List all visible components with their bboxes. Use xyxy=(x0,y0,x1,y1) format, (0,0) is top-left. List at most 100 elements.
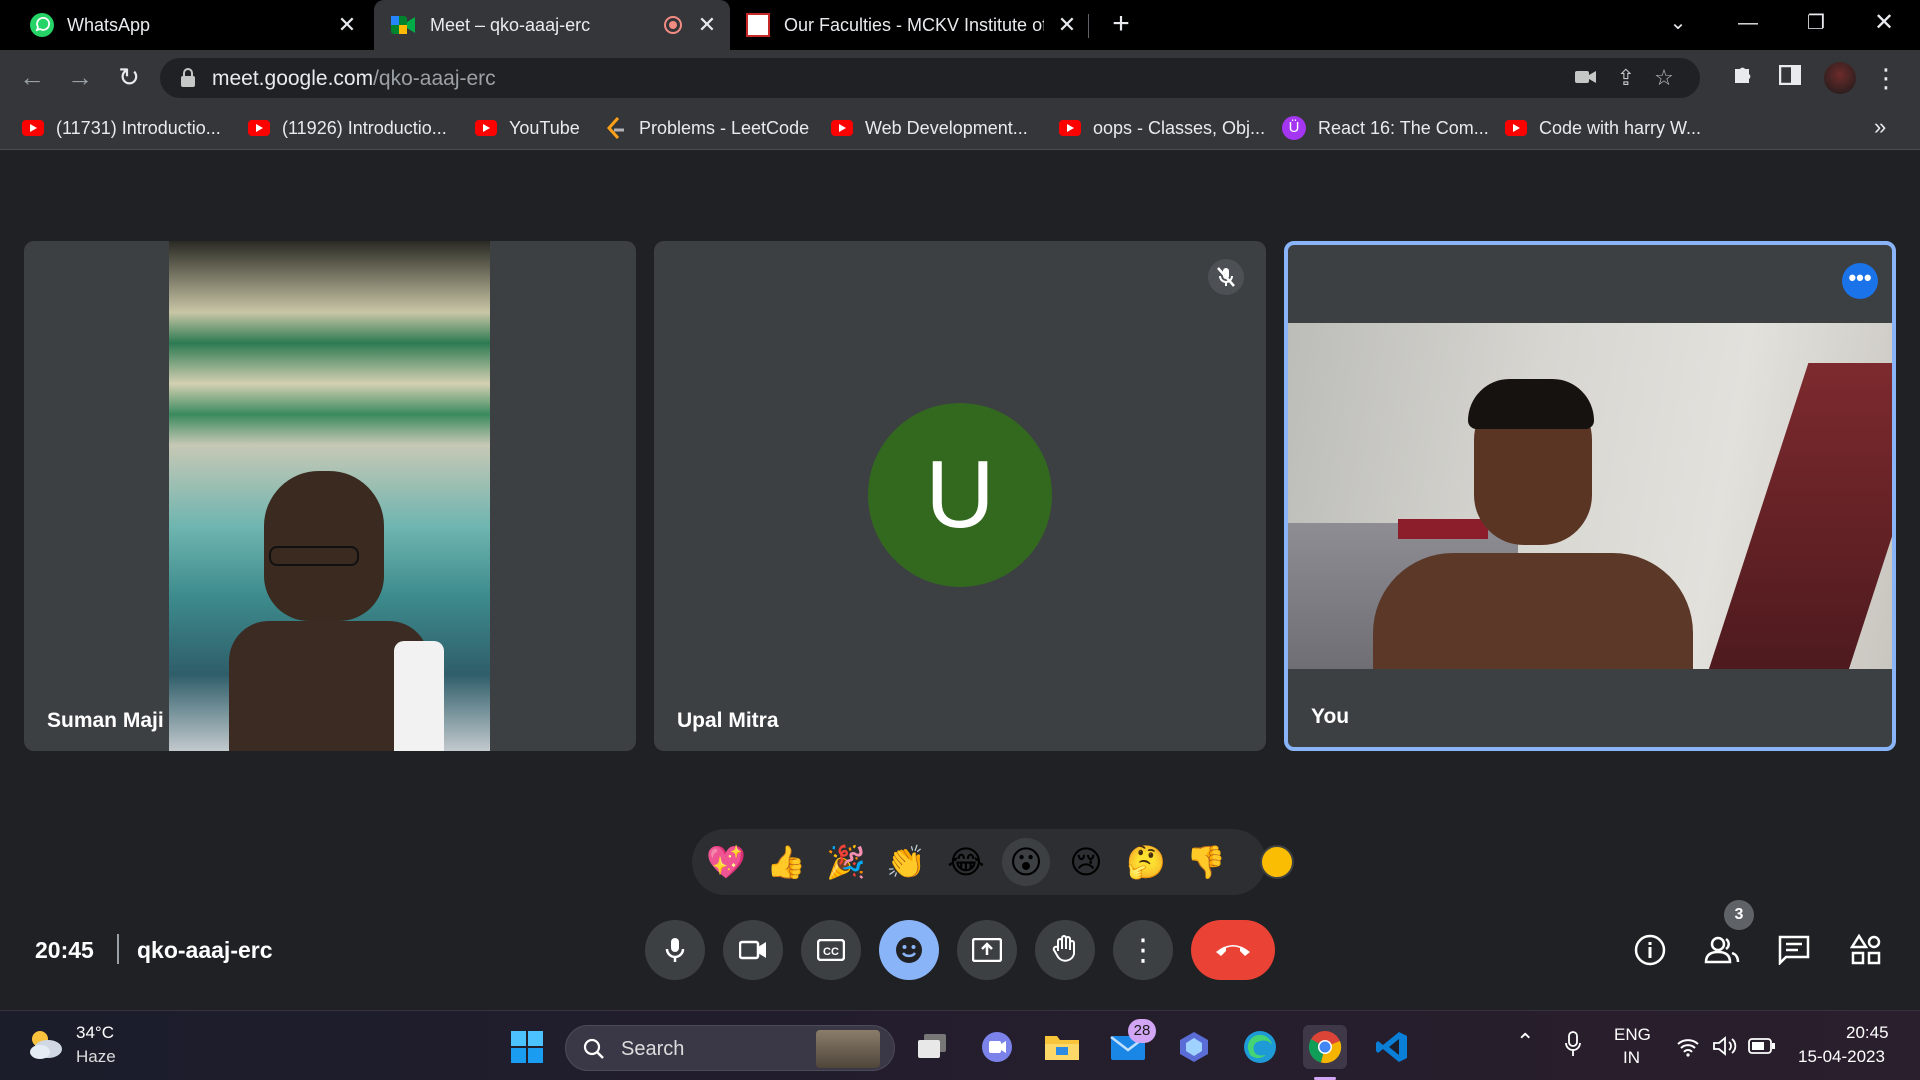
activities-button[interactable] xyxy=(1846,930,1886,970)
udemy-icon: Ü xyxy=(1282,116,1306,140)
reactions-button[interactable] xyxy=(879,920,939,980)
start-button[interactable] xyxy=(505,1025,549,1069)
participant-name: Upal Mitra xyxy=(677,709,779,732)
more-bookmarks-icon[interactable]: » xyxy=(1874,114,1886,140)
chrome-menu-icon[interactable]: ⋮ xyxy=(1870,62,1902,94)
more-vert-icon: ⋮ xyxy=(1128,933,1158,967)
more-options-button[interactable]: ⋮ xyxy=(1113,920,1173,980)
bookmark-item[interactable]: (11926) Introductio... xyxy=(248,116,447,140)
captions-button[interactable]: CC xyxy=(801,920,861,980)
task-view-button[interactable] xyxy=(910,1025,954,1069)
bookmark-item[interactable]: oops - Classes, Obj... xyxy=(1059,116,1265,140)
browser-tab-bar: WhatsApp ✕ Meet – qko-aaaj-erc ✕ Our Fac… xyxy=(0,0,1920,50)
reaction-thumbs-down[interactable]: 👎 xyxy=(1182,838,1230,886)
tab-title: Our Faculties - MCKV Institute of xyxy=(784,14,1044,35)
close-tab-icon[interactable]: ✕ xyxy=(1054,12,1080,38)
self-tile[interactable]: ••• You xyxy=(1284,241,1896,751)
present-screen-button[interactable] xyxy=(957,920,1017,980)
reaction-clapping[interactable]: 👏 xyxy=(882,838,930,886)
bookmark-item[interactable]: Web Development... xyxy=(831,116,1028,140)
reaction-thinking[interactable]: 🤔 xyxy=(1122,838,1170,886)
reaction-sparkling-heart[interactable]: 💖 xyxy=(702,838,750,886)
reaction-crying[interactable]: 😢 xyxy=(1062,838,1110,886)
vscode-button[interactable] xyxy=(1370,1025,1414,1069)
back-arrow-icon[interactable]: ← xyxy=(14,60,50,96)
tab-mckv[interactable]: Our Faculties - MCKV Institute of ✕ xyxy=(734,0,1090,50)
url-path: /qko-aaaj-erc xyxy=(373,67,496,90)
people-button[interactable] xyxy=(1702,930,1742,970)
participant-tile[interactable]: Suman Maji xyxy=(24,241,636,751)
youtube-icon xyxy=(1505,120,1527,136)
camera-button[interactable] xyxy=(723,920,783,980)
taskbar-search[interactable]: Search xyxy=(565,1025,895,1071)
people-icon xyxy=(1704,936,1740,964)
edge-button[interactable] xyxy=(1238,1025,1282,1069)
bookmark-label: Web Development... xyxy=(865,117,1028,138)
youtube-icon xyxy=(475,120,497,136)
skin-tone-selector[interactable] xyxy=(1260,845,1294,879)
raise-hand-button[interactable] xyxy=(1035,920,1095,980)
microphone-button[interactable] xyxy=(645,920,705,980)
profile-avatar[interactable] xyxy=(1824,62,1856,94)
weather-widget[interactable] xyxy=(26,1027,66,1068)
chat-button[interactable] xyxy=(1774,930,1814,970)
close-tab-icon[interactable]: ✕ xyxy=(334,12,360,38)
wifi-icon[interactable] xyxy=(1676,1037,1700,1062)
leave-call-button[interactable] xyxy=(1191,920,1275,980)
participant-name: You xyxy=(1311,705,1350,728)
activities-shapes-icon xyxy=(1850,934,1881,965)
task-view-icon xyxy=(918,1034,946,1058)
reaction-thumbs-up[interactable]: 👍 xyxy=(762,838,810,886)
microphone-in-use-icon[interactable] xyxy=(1565,1031,1581,1062)
bookmark-item[interactable]: Code with harry W... xyxy=(1505,116,1701,140)
copilot-button[interactable] xyxy=(1172,1025,1216,1069)
info-icon xyxy=(1634,934,1666,966)
bookmark-item[interactable]: (11731) Introductio... xyxy=(22,116,221,140)
show-hidden-icons-chevron-up-icon[interactable]: ⌃ xyxy=(1516,1029,1534,1055)
bookmark-item[interactable]: Ü React 16: The Com... xyxy=(1282,116,1489,140)
chrome-icon xyxy=(1308,1031,1342,1064)
file-explorer-button[interactable] xyxy=(1040,1025,1084,1069)
meeting-details-button[interactable] xyxy=(1630,930,1670,970)
reaction-party-popper[interactable]: 🎉 xyxy=(822,838,870,886)
self-video xyxy=(1288,323,1892,669)
tab-title: Meet – qko-aaaj-erc xyxy=(430,14,591,35)
tab-whatsapp[interactable]: WhatsApp ✕ xyxy=(0,0,370,50)
tab-meet[interactable]: Meet – qko-aaaj-erc ✕ xyxy=(374,0,730,50)
close-window-button[interactable]: ✕ xyxy=(1854,0,1914,50)
lock-icon xyxy=(181,68,195,87)
bookmark-item[interactable]: YouTube xyxy=(475,116,580,140)
address-bar[interactable]: meet.google.com/qko-aaaj-erc ⇪ ☆ xyxy=(160,58,1700,98)
extensions-icon[interactable] xyxy=(1726,62,1758,94)
teams-chat-button[interactable] xyxy=(975,1025,1019,1069)
reload-icon[interactable]: ↻ xyxy=(111,60,147,96)
close-tab-icon[interactable]: ✕ xyxy=(694,12,720,38)
language-indicator[interactable]: ENG xyxy=(1614,1025,1651,1045)
chrome-taskbar-button[interactable] xyxy=(1303,1025,1347,1069)
edge-icon xyxy=(1244,1031,1276,1063)
bookmark-star-icon[interactable]: ☆ xyxy=(1648,62,1680,94)
volume-icon[interactable] xyxy=(1712,1035,1738,1062)
tab-search-chevron-down-icon[interactable]: ⌄ xyxy=(1648,0,1708,50)
more-options-icon[interactable]: ••• xyxy=(1842,263,1878,299)
battery-icon[interactable] xyxy=(1748,1037,1776,1060)
minimize-button[interactable]: — xyxy=(1718,0,1778,50)
share-icon[interactable]: ⇪ xyxy=(1610,62,1642,94)
side-panel-icon[interactable] xyxy=(1774,62,1806,94)
bookmark-item[interactable]: Problems - LeetCode xyxy=(605,116,809,140)
participant-tile[interactable]: U Upal Mitra xyxy=(654,241,1266,751)
clock-time[interactable]: 20:45 xyxy=(1846,1023,1889,1043)
forward-arrow-icon[interactable]: → xyxy=(62,60,98,96)
teams-chat-icon xyxy=(982,1032,1012,1062)
bookmark-label: (11731) Introductio... xyxy=(56,117,221,138)
new-tab-button[interactable]: + xyxy=(1104,8,1138,42)
reaction-tears-of-joy[interactable]: 😂 xyxy=(942,838,990,886)
search-highlight-image xyxy=(816,1030,880,1068)
hang-up-icon xyxy=(1216,945,1250,956)
recording-indicator-icon xyxy=(664,16,682,34)
camera-in-use-icon[interactable] xyxy=(1570,62,1602,94)
divider xyxy=(117,934,119,964)
reaction-surprised[interactable]: 😮 xyxy=(1002,838,1050,886)
youtube-icon xyxy=(248,120,270,136)
restore-button[interactable]: ❐ xyxy=(1786,0,1846,50)
